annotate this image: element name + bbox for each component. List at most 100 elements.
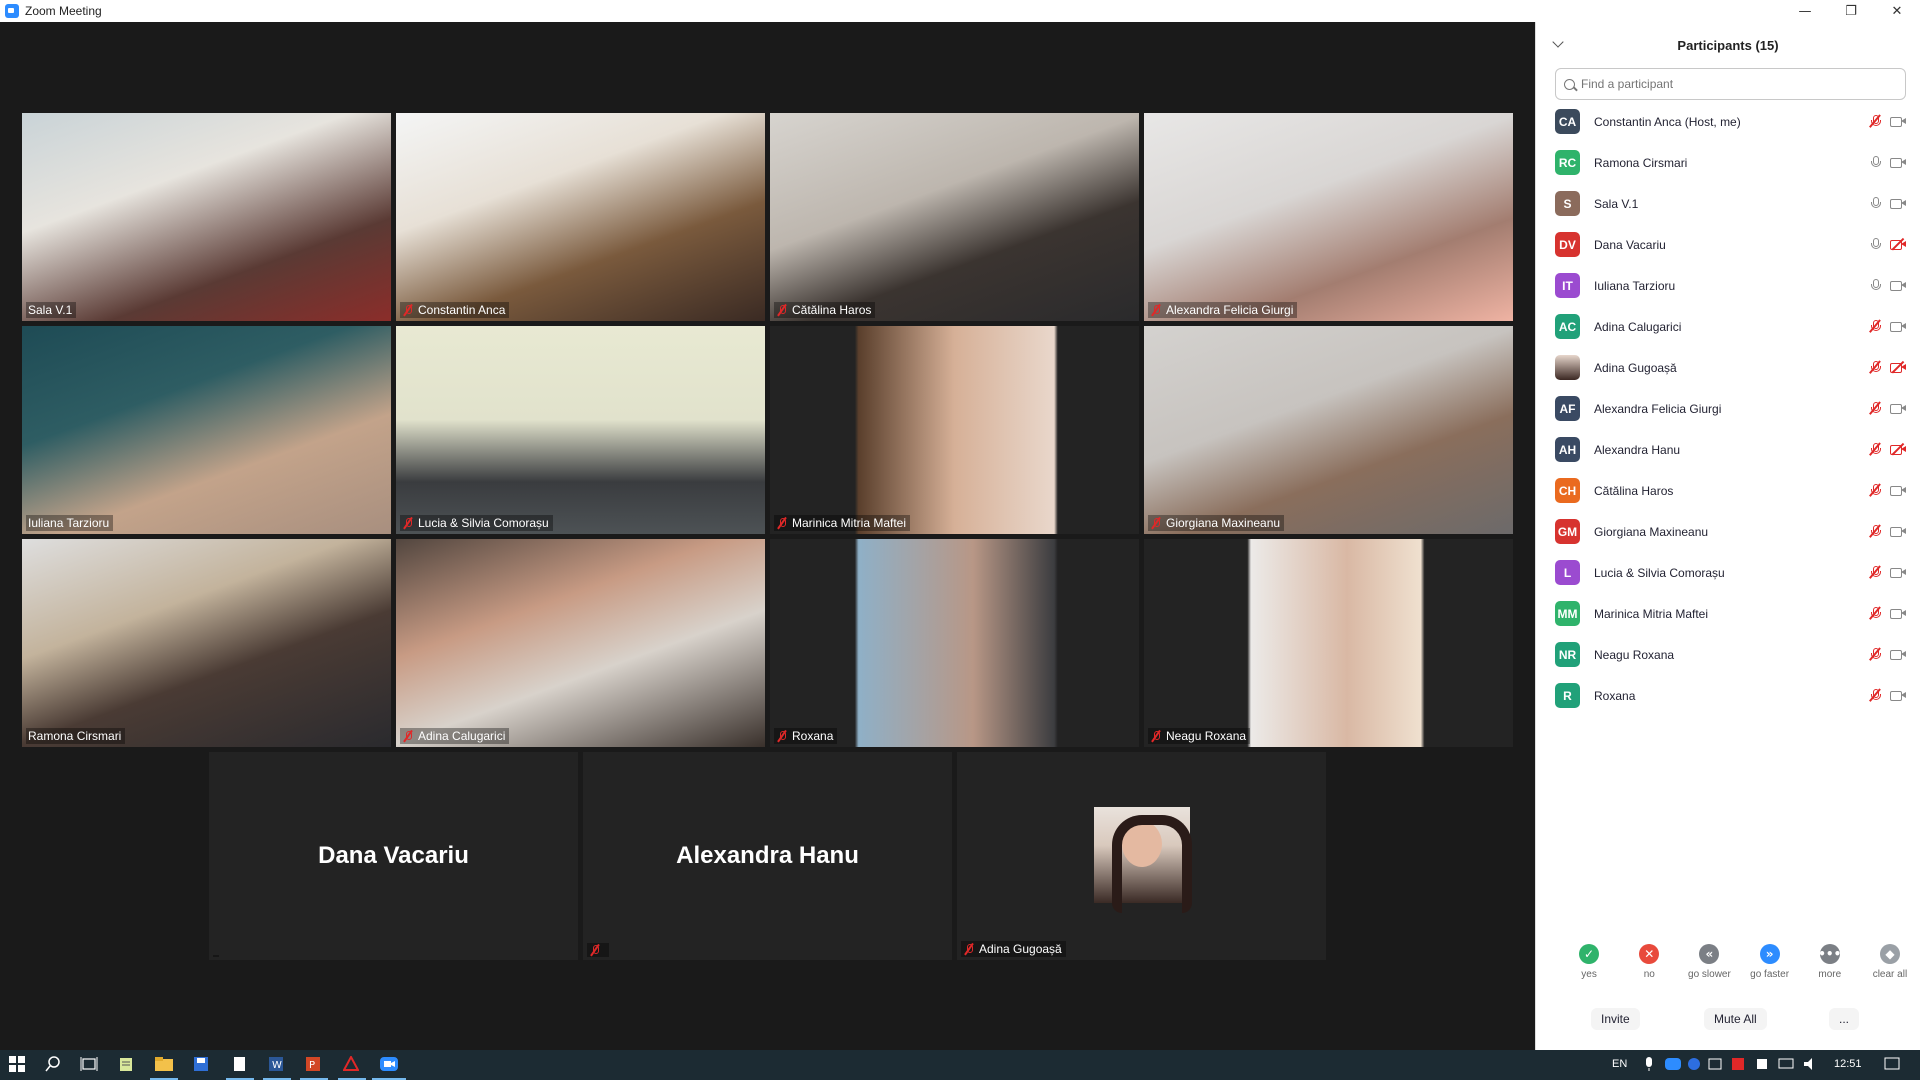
video-camera-icon: [1890, 565, 1906, 579]
participant-video: [396, 539, 765, 747]
video-tile[interactable]: Giorgiana Maxineanu: [1144, 326, 1513, 534]
collapse-chevron-icon[interactable]: [1552, 36, 1564, 48]
video-tile[interactable]: Marinica Mitria Maftei: [770, 326, 1139, 534]
participant-name: Constantin Anca: [418, 303, 506, 317]
network-tray-icon[interactable]: [1708, 1056, 1726, 1074]
zoom-tray-icon[interactable]: [1665, 1056, 1683, 1074]
video-off-icon: [1890, 237, 1906, 251]
video-camera-icon: [1890, 196, 1906, 210]
video-camera-icon: [1890, 647, 1906, 661]
participant-row[interactable]: Adina Gugoașă: [1536, 347, 1920, 388]
participant-name: Marinica Mitria Maftei: [792, 516, 907, 530]
clock[interactable]: 12:51: [1834, 1058, 1862, 1070]
acrobat-icon[interactable]: [342, 1054, 361, 1074]
participant-row[interactable]: S Sala V.1: [1536, 183, 1920, 224]
participant-row[interactable]: CA Constantin Anca (Host, me): [1536, 101, 1920, 142]
feedback-label: yes: [1581, 969, 1597, 980]
video-tile[interactable]: Roxana: [770, 539, 1139, 747]
participant-list-name: Sala V.1: [1594, 196, 1639, 211]
participant-row[interactable]: GM Giorgiana Maxineanu: [1536, 511, 1920, 552]
participant-name-label: Roxana: [774, 728, 838, 744]
participant-list-name: Alexandra Felicia Giurgi: [1594, 401, 1722, 416]
shield-icon[interactable]: [1755, 1056, 1773, 1074]
participant-row[interactable]: AF Alexandra Felicia Giurgi: [1536, 388, 1920, 429]
invite-button[interactable]: Invite: [1591, 1008, 1640, 1030]
feedback-clear-all-button[interactable]: ◆ clear all: [1860, 944, 1920, 980]
participant-row[interactable]: NR Neagu Roxana: [1536, 634, 1920, 675]
restore-button[interactable]: ❐: [1828, 0, 1874, 22]
participant-row[interactable]: L Lucia & Silvia Comorașu: [1536, 552, 1920, 593]
video-tile[interactable]: Cătălina Haros: [770, 113, 1139, 321]
display-icon[interactable]: [1778, 1056, 1796, 1074]
notifications-icon[interactable]: [1884, 1056, 1902, 1074]
participant-list-name: Marinica Mitria Maftei: [1594, 606, 1709, 621]
participant-video: [22, 539, 391, 747]
participant-list-name: Roxana: [1594, 688, 1636, 703]
mic-muted-icon: [1868, 483, 1882, 497]
search-input[interactable]: [1581, 77, 1881, 91]
feedback-no-button[interactable]: ✕ no: [1619, 944, 1679, 980]
yes-icon: ✓: [1579, 944, 1600, 964]
more-options-button[interactable]: ...: [1829, 1008, 1860, 1030]
windows-start-icon[interactable]: [9, 1056, 27, 1074]
participant-row[interactable]: MM Marinica Mitria Maftei: [1536, 593, 1920, 634]
word-icon[interactable]: W: [268, 1056, 286, 1074]
task-view-icon[interactable]: [80, 1056, 98, 1074]
video-tile[interactable]: Adina Calugarici: [396, 539, 765, 747]
participant-avatar: [1555, 355, 1580, 380]
video-tile[interactable]: Sala V.1: [22, 113, 391, 321]
participant-avatar: NR: [1555, 642, 1580, 667]
mic-muted-icon: [1868, 688, 1882, 702]
participant-row[interactable]: RC Ramona Cirsmari: [1536, 142, 1920, 183]
antivirus-icon[interactable]: [1731, 1056, 1749, 1074]
participant-name-label: Constantin Anca: [400, 302, 510, 318]
video-camera-icon: [1890, 114, 1906, 128]
zoom-taskbar-icon[interactable]: [380, 1056, 398, 1074]
video-tile[interactable]: Alexandra Felicia Giurgi: [1144, 113, 1513, 321]
participant-row[interactable]: AH Alexandra Hanu: [1536, 429, 1920, 470]
feedback-go-faster-button[interactable]: » go faster: [1740, 944, 1800, 980]
participant-row[interactable]: CH Cătălina Haros: [1536, 470, 1920, 511]
feedback-go-slower-button[interactable]: « go slower: [1679, 944, 1739, 980]
bluetooth-icon[interactable]: [1688, 1056, 1706, 1074]
search-taskbar-icon[interactable]: [45, 1056, 63, 1074]
notepad-icon[interactable]: [118, 1056, 136, 1074]
participant-avatar: L: [1555, 560, 1580, 585]
volume-icon[interactable]: [1802, 1056, 1820, 1074]
video-tile[interactable]: Adina Gugoașă: [957, 752, 1326, 960]
video-tile[interactable]: Iuliana Tarzioru: [22, 326, 391, 534]
video-tile[interactable]: Lucia & Silvia Comorașu: [396, 326, 765, 534]
participant-display-name: Dana Vacariu: [318, 842, 469, 869]
participant-avatar: IT: [1555, 273, 1580, 298]
participant-list-name: Neagu Roxana: [1594, 647, 1675, 662]
mic-icon: [1868, 155, 1882, 169]
mute-all-button[interactable]: Mute All: [1704, 1008, 1767, 1030]
save-app-icon[interactable]: [193, 1056, 211, 1074]
feedback-yes-button[interactable]: ✓ yes: [1559, 944, 1619, 980]
microphone-tray-icon[interactable]: [1643, 1056, 1661, 1074]
participant-row[interactable]: IT Iuliana Tarzioru: [1536, 265, 1920, 306]
document-app-icon[interactable]: [231, 1056, 249, 1074]
participant-row[interactable]: AC Adina Calugarici: [1536, 306, 1920, 347]
participant-row[interactable]: R Roxana: [1536, 675, 1920, 716]
video-tile[interactable]: Neagu Roxana: [1144, 539, 1513, 747]
no-icon: ✕: [1639, 944, 1660, 964]
participant-name: Alexandra Felicia Giurgi: [1166, 303, 1294, 317]
video-camera-icon: [1890, 401, 1906, 415]
participant-name: Giorgiana Maxineanu: [1166, 516, 1281, 530]
video-tile[interactable]: Constantin Anca: [396, 113, 765, 321]
participant-avatar: AF: [1555, 396, 1580, 421]
participant-name-label: [213, 955, 219, 957]
file-explorer-icon[interactable]: [155, 1056, 173, 1074]
minimize-button[interactable]: —: [1782, 0, 1828, 22]
participant-search[interactable]: [1555, 68, 1906, 100]
video-tile[interactable]: Dana Vacariu: [209, 752, 578, 960]
close-button[interactable]: ✕: [1874, 0, 1920, 22]
language-indicator[interactable]: EN: [1612, 1058, 1627, 1070]
feedback-more-button[interactable]: ••• more: [1800, 944, 1860, 980]
video-tile[interactable]: Alexandra Hanu: [583, 752, 952, 960]
video-tile[interactable]: Ramona Cirsmari: [22, 539, 391, 747]
powerpoint-icon[interactable]: P: [305, 1056, 323, 1074]
participants-header: Participants (15): [1536, 22, 1920, 68]
participant-row[interactable]: DV Dana Vacariu: [1536, 224, 1920, 265]
